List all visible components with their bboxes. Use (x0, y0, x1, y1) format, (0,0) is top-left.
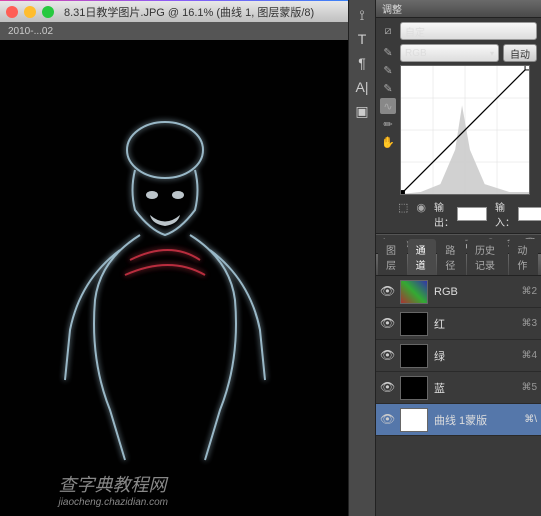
channel-shortcut: ⌘5 (521, 382, 537, 393)
canvas[interactable]: 查字典教程网 jiaocheng.chazidian.com (0, 40, 348, 516)
channel-shortcut: ⌘3 (521, 318, 537, 329)
channel-shortcut: ⌘4 (521, 350, 537, 361)
channel-row[interactable]: 👁 曲线 1蒙版 ⌘\ (376, 404, 541, 436)
hand-icon[interactable]: ✋ (380, 134, 396, 150)
curve-graph[interactable] (400, 65, 530, 195)
input-field[interactable] (518, 207, 541, 221)
channels-panel: 图层通道路径历史记录动作 👁 RGB ⌘2👁 红 ⌘3👁 绿 ⌘4👁 蓝 ⌘5👁… (376, 254, 541, 516)
visibility-eye-icon[interactable]: 👁 (380, 380, 396, 396)
target-icon[interactable]: ◉ (416, 199, 426, 215)
curve-point-icon[interactable]: ∿ (380, 98, 396, 114)
input-label: 输入： (495, 199, 515, 229)
channel-row[interactable]: 👁 蓝 ⌘5 (376, 372, 541, 404)
channel-shortcut: ⌘\ (524, 414, 537, 425)
output-field[interactable] (457, 207, 487, 221)
channel-select[interactable]: RGB▾ (400, 44, 499, 62)
channel-list: 👁 RGB ⌘2👁 红 ⌘3👁 绿 ⌘4👁 蓝 ⌘5👁 曲线 1蒙版 ⌘\ (376, 276, 541, 516)
bucket-icon[interactable]: ▣ (351, 100, 373, 122)
measure-icon[interactable]: ⟟ (351, 4, 373, 26)
curve-pencil-icon[interactable]: ✏ (380, 116, 396, 132)
eyedropper-plus-icon[interactable]: ✎ (380, 62, 396, 78)
channel-thumbnail (400, 408, 428, 432)
watermark: 查字典教程网 jiaocheng.chazidian.com (58, 471, 168, 508)
visibility-eye-icon[interactable]: 👁 (380, 284, 396, 300)
tab-通道[interactable]: 通道 (408, 239, 437, 275)
channel-name: RGB (434, 286, 517, 298)
document-tab[interactable]: 2010-...02 (8, 26, 53, 37)
document-tab-strip: 2010-...02 (0, 22, 348, 40)
tab-图层[interactable]: 图层 (378, 239, 407, 275)
channel-thumbnail (400, 312, 428, 336)
channel-name: 蓝 (434, 380, 517, 396)
output-label: 输出： (434, 199, 454, 229)
photo-content: 查字典教程网 jiaocheng.chazidian.com (0, 40, 348, 516)
tab-路径[interactable]: 路径 (437, 239, 466, 275)
close-icon[interactable] (6, 6, 18, 18)
curves-preset-select[interactable]: 自定 (400, 22, 537, 40)
channel-name: 绿 (434, 348, 517, 364)
channel-thumbnail (400, 376, 428, 400)
auto-button[interactable]: 自动 (503, 44, 537, 62)
tab-动作[interactable]: 动作 (509, 239, 538, 275)
channel-name: 红 (434, 316, 517, 332)
adjustments-panel-header: 调整 (376, 0, 541, 18)
paragraph-icon[interactable]: ¶ (351, 52, 373, 74)
align-icon[interactable]: A| (351, 76, 373, 98)
channel-row[interactable]: 👁 RGB ⌘2 (376, 276, 541, 308)
visibility-eye-icon[interactable]: 👁 (380, 316, 396, 332)
visibility-eye-icon[interactable]: 👁 (380, 348, 396, 364)
eyedropper-minus-icon[interactable]: ✎ (380, 80, 396, 96)
channel-thumbnail (400, 344, 428, 368)
channel-thumbnail (400, 280, 428, 304)
window-title: 8.31日教学图片.JPG @ 16.1% (曲线 1, 图层蒙版/8) (64, 4, 314, 20)
channel-row[interactable]: 👁 绿 ⌘4 (376, 340, 541, 372)
vertical-toolbar: ⟟ T ¶ A| ▣ (348, 0, 376, 516)
channel-name: 曲线 1蒙版 (434, 412, 520, 428)
visibility-eye-icon[interactable]: 👁 (380, 412, 396, 428)
channel-shortcut: ⌘2 (521, 286, 537, 297)
clip-icon[interactable]: ⬚ (398, 199, 408, 215)
channel-row[interactable]: 👁 红 ⌘3 (376, 308, 541, 340)
type-vertical-icon[interactable]: T (351, 28, 373, 50)
maximize-icon[interactable] (42, 6, 54, 18)
eyedropper-icon[interactable]: ✎ (380, 44, 396, 60)
curves-icon: ⧄ (380, 23, 396, 39)
window-title-bar: 8.31日教学图片.JPG @ 16.1% (曲线 1, 图层蒙版/8) (0, 0, 348, 22)
panel-tabs: 图层通道路径历史记录动作 (376, 254, 541, 276)
tab-历史记录[interactable]: 历史记录 (467, 239, 508, 275)
minimize-icon[interactable] (24, 6, 36, 18)
curves-panel: ⧄ 自定 ✎ ✎ ✎ ∿ ✏ ✋ RGB▾ (376, 18, 541, 234)
